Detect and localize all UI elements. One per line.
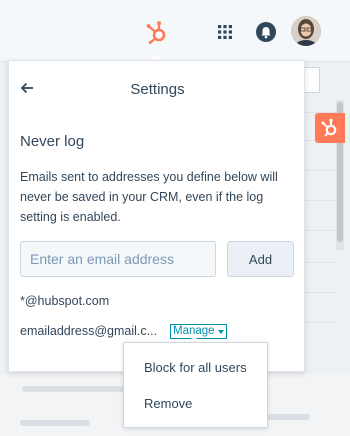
menu-item-remove[interactable]: Remove: [124, 385, 267, 421]
never-log-entry: *@hubspot.com: [20, 294, 110, 308]
menu-item-label: Block for all users: [144, 359, 247, 375]
settings-panel: Settings Never log Emails sent to addres…: [8, 60, 305, 372]
grid-icon[interactable]: [218, 25, 232, 39]
notifications-button[interactable]: [256, 22, 276, 42]
bell-icon: [261, 27, 271, 39]
caret-down-icon: [217, 329, 224, 334]
top-navigation-bar: [0, 0, 350, 62]
menu-item-label: Remove: [144, 395, 193, 411]
hubspot-sprocket-icon: [321, 118, 337, 137]
never-log-entry: emailaddress@gmail.c...: [20, 324, 158, 338]
section-title: Never log: [20, 133, 85, 150]
hubspot-sprocket-icon[interactable]: [145, 20, 169, 44]
manage-dropdown-menu: Block for all users Remove: [123, 342, 268, 428]
sidebar-hubspot-button[interactable]: [315, 113, 345, 143]
user-avatar[interactable]: [291, 16, 321, 46]
menu-item-block-for-all-users[interactable]: Block for all users: [124, 349, 267, 385]
section-description: Emails sent to addresses you define belo…: [20, 170, 278, 224]
add-button[interactable]: Add: [227, 241, 294, 277]
panel-title: Settings: [130, 81, 185, 98]
email-address-input[interactable]: [20, 241, 216, 277]
